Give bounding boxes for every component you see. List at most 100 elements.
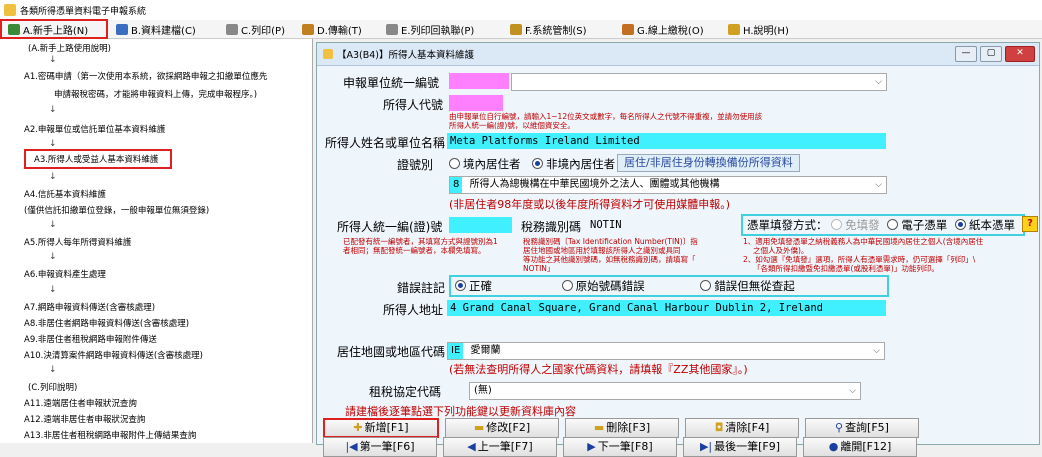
nav-a6[interactable]: A6.申報資料產生處理	[24, 268, 106, 280]
next-record-button[interactable]: ▶ 下一筆[F8]	[563, 437, 677, 457]
exit-icon: ●	[828, 440, 839, 453]
exit-button[interactable]: ● 離開[F12]	[803, 437, 917, 457]
tin-label: 稅務識別碼	[521, 220, 582, 234]
unit-id-select[interactable]: ⌵	[511, 73, 887, 91]
nav-a9[interactable]: A9.非居住者租稅網路申報附件傳送	[24, 333, 157, 345]
nav-arrow: ↓	[49, 252, 57, 262]
id-type-label: 證號別	[397, 158, 434, 172]
window-titlebar: 【A3(B4)】所得人基本資料維護 — ▢ ✕	[317, 43, 1039, 66]
edit-icon: ▬	[473, 421, 485, 434]
edit-button[interactable]: ▬ 修改[F2]	[445, 418, 559, 438]
delete-icon: ▬	[593, 421, 605, 434]
unit-id-label: 申報單位統一編號	[343, 76, 440, 90]
left-nav-panel: (A.新手上路使用說明) ↓ A1.密碼申請（第一次使用本系統，欲採網路申報之扣…	[0, 39, 313, 443]
delete-button[interactable]: ▬ 刪除[F3]	[565, 418, 679, 438]
radio-off-icon	[831, 219, 843, 230]
nav-a4[interactable]: A4.信託基本資料維護	[24, 188, 106, 200]
system-control-icon	[510, 23, 522, 35]
treaty-select[interactable]: (無) ⌵	[469, 382, 861, 400]
chevron-down-icon: ⌵	[849, 386, 856, 396]
voucher-group: 憑單填發方式： 免填發 電子憑單 紙本憑單	[741, 214, 1025, 236]
add-icon: ✚	[353, 421, 363, 434]
id-type-nonresident-radio[interactable]: 非境內居住者	[532, 157, 615, 171]
nav-a10[interactable]: A10.決清算案件網路申報資料傳送(含審核處理)	[24, 349, 203, 361]
clear-button[interactable]: ◘ 清除[F4]	[685, 418, 799, 438]
menu-print-receipt[interactable]: E.列印回執聯(P)	[380, 21, 502, 37]
close-button[interactable]: ✕	[1005, 46, 1035, 62]
nav-arrow: ↓	[49, 285, 57, 295]
person-code-input[interactable]	[449, 95, 503, 111]
id-type-resident-radio[interactable]: 境內居住者	[449, 157, 521, 171]
prev-record-button[interactable]: ◀ 上一筆[F7]	[443, 437, 557, 457]
voucher-paper-radio[interactable]: 紙本憑單	[954, 218, 1015, 232]
help-question-icon[interactable]: ?	[1022, 216, 1038, 232]
error-flag-label: 錯誤註記	[397, 281, 446, 295]
menu-print[interactable]: C.列印(P)	[220, 21, 294, 37]
country-select[interactable]: IE 愛爾蘭 ⌵	[447, 342, 885, 360]
id-type-radio-group: 境內居住者 非境內居住者	[449, 156, 615, 172]
name-input[interactable]: Meta Platforms Ireland Limited	[447, 133, 886, 149]
button-row-1: ✚ 新增[F1] ▬ 修改[F2] ▬ 刪除[F3] ◘ 清除[F4] ⚲ 查詢[F5]	[323, 418, 925, 438]
address-input[interactable]: 4 Grand Canal Square, Grand Canal Harbou…	[447, 300, 886, 316]
online-tax-icon	[622, 23, 634, 35]
menu-transmit[interactable]: D.傳輸(T)	[296, 21, 378, 37]
address-label: 所得人地址	[383, 303, 444, 317]
first-record-button[interactable]: |◀ 第一筆[F6]	[323, 437, 437, 457]
err-correct-radio[interactable]: 正確	[455, 279, 492, 293]
next-record-icon: ▶	[587, 440, 596, 453]
nav-a3[interactable]: A3.所得人或受益人基本資料維護	[24, 149, 173, 169]
printer-icon	[226, 23, 238, 35]
err-original-wrong-radio[interactable]: 原始號碼錯誤	[561, 279, 645, 293]
nav-arrow: ↓	[49, 105, 57, 115]
id-type-conversion-button[interactable]: 居住/非居住身份轉換備份所得資料	[617, 154, 800, 172]
menu-new-user[interactable]: A.新手上路(N)	[0, 19, 108, 39]
search-button[interactable]: ⚲ 查詢[F5]	[805, 418, 919, 438]
menubar: A.新手上路(N) B.資料建檔(C) C.列印(P) D.傳輸(T) E.列印…	[0, 19, 1042, 39]
new-user-icon	[8, 23, 20, 35]
uid-label: 所得人統一編(證)號	[337, 220, 443, 234]
voucher-electronic-radio[interactable]: 電子憑單	[887, 218, 947, 232]
nav-a1-cont[interactable]: 申請報稅密碼，才能將申報資料上傳，完成申報程序。)	[54, 88, 257, 100]
menu-data-entry[interactable]: B.資料建檔(C)	[110, 21, 218, 37]
receipt-printer-icon	[386, 23, 398, 35]
menu-online-tax[interactable]: G.線上繳稅(O)	[616, 21, 720, 37]
menu-system[interactable]: F.系統管制(S)	[504, 21, 614, 37]
unit-id-input[interactable]	[449, 73, 509, 89]
err-untraceable-radio[interactable]: 錯誤但無從查起	[700, 279, 795, 293]
country-code: IE	[448, 343, 464, 359]
nav-a-intro[interactable]: (A.新手上路使用說明)	[28, 42, 111, 54]
app-icon	[4, 4, 16, 16]
nav-a2[interactable]: A2.申報單位或信託單位基本資料維護	[24, 123, 165, 135]
tin-input[interactable]: NOTIN	[587, 217, 730, 233]
voucher-none-radio[interactable]: 免填發	[831, 218, 880, 232]
maximize-button[interactable]: ▢	[980, 46, 1002, 62]
nav-c-intro[interactable]: (C.列印說明)	[28, 381, 77, 393]
app-titlebar: 各類所得憑單資料電子申報系統	[0, 0, 1042, 20]
last-record-button[interactable]: ▶| 最後一筆[F9]	[683, 437, 797, 457]
nav-a1[interactable]: A1.密碼申請（第一次使用本系統，欲採網路申報之扣繳單位應先	[24, 70, 267, 82]
category-select[interactable]: 8 所得人為總機構在中華民國境外之法人、團體或其他機構 ⌵	[449, 176, 887, 194]
nav-a8[interactable]: A8.非居住者網路申報資料傳送(含審核處理)	[24, 317, 189, 329]
nav-a13[interactable]: A13.非居住者租稅網路申報附件上傳結果查詢	[24, 429, 196, 441]
nav-a12[interactable]: A12.遠端非居住者申報狀況查詢	[24, 413, 145, 425]
radio-on-icon	[954, 219, 966, 230]
radio-off-icon	[700, 280, 712, 291]
nav-a4-note: (僅供信託扣繳單位登錄，一般申報單位無須登錄)	[24, 206, 210, 216]
treaty-label: 租稅協定代碼	[369, 385, 442, 399]
nav-a5[interactable]: A5.所得人每年所得資料維護	[24, 236, 131, 248]
tin-hint: 稅務識別碼〔Tax Identification Number(TIN)〕指 居住…	[523, 237, 698, 273]
nav-arrow: ↓	[49, 55, 57, 65]
radio-off-icon	[887, 219, 899, 230]
uid-input[interactable]	[449, 217, 512, 233]
add-button[interactable]: ✚ 新增[F1]	[323, 418, 439, 438]
nav-arrow: ↓	[49, 220, 57, 230]
chevron-down-icon: ⌵	[875, 77, 882, 87]
radio-off-icon	[449, 158, 460, 169]
person-code-label: 所得人代號	[383, 98, 444, 112]
menu-help[interactable]: H.說明(H)	[722, 21, 804, 37]
nav-a11[interactable]: A11.遠端居住者申報狀況查詢	[24, 397, 137, 409]
minimize-button[interactable]: —	[955, 46, 977, 62]
nav-a7[interactable]: A7.網路申報資料傳送(含審核處理)	[24, 301, 155, 313]
radio-on-icon	[532, 158, 544, 169]
last-record-icon: ▶|	[699, 440, 713, 453]
